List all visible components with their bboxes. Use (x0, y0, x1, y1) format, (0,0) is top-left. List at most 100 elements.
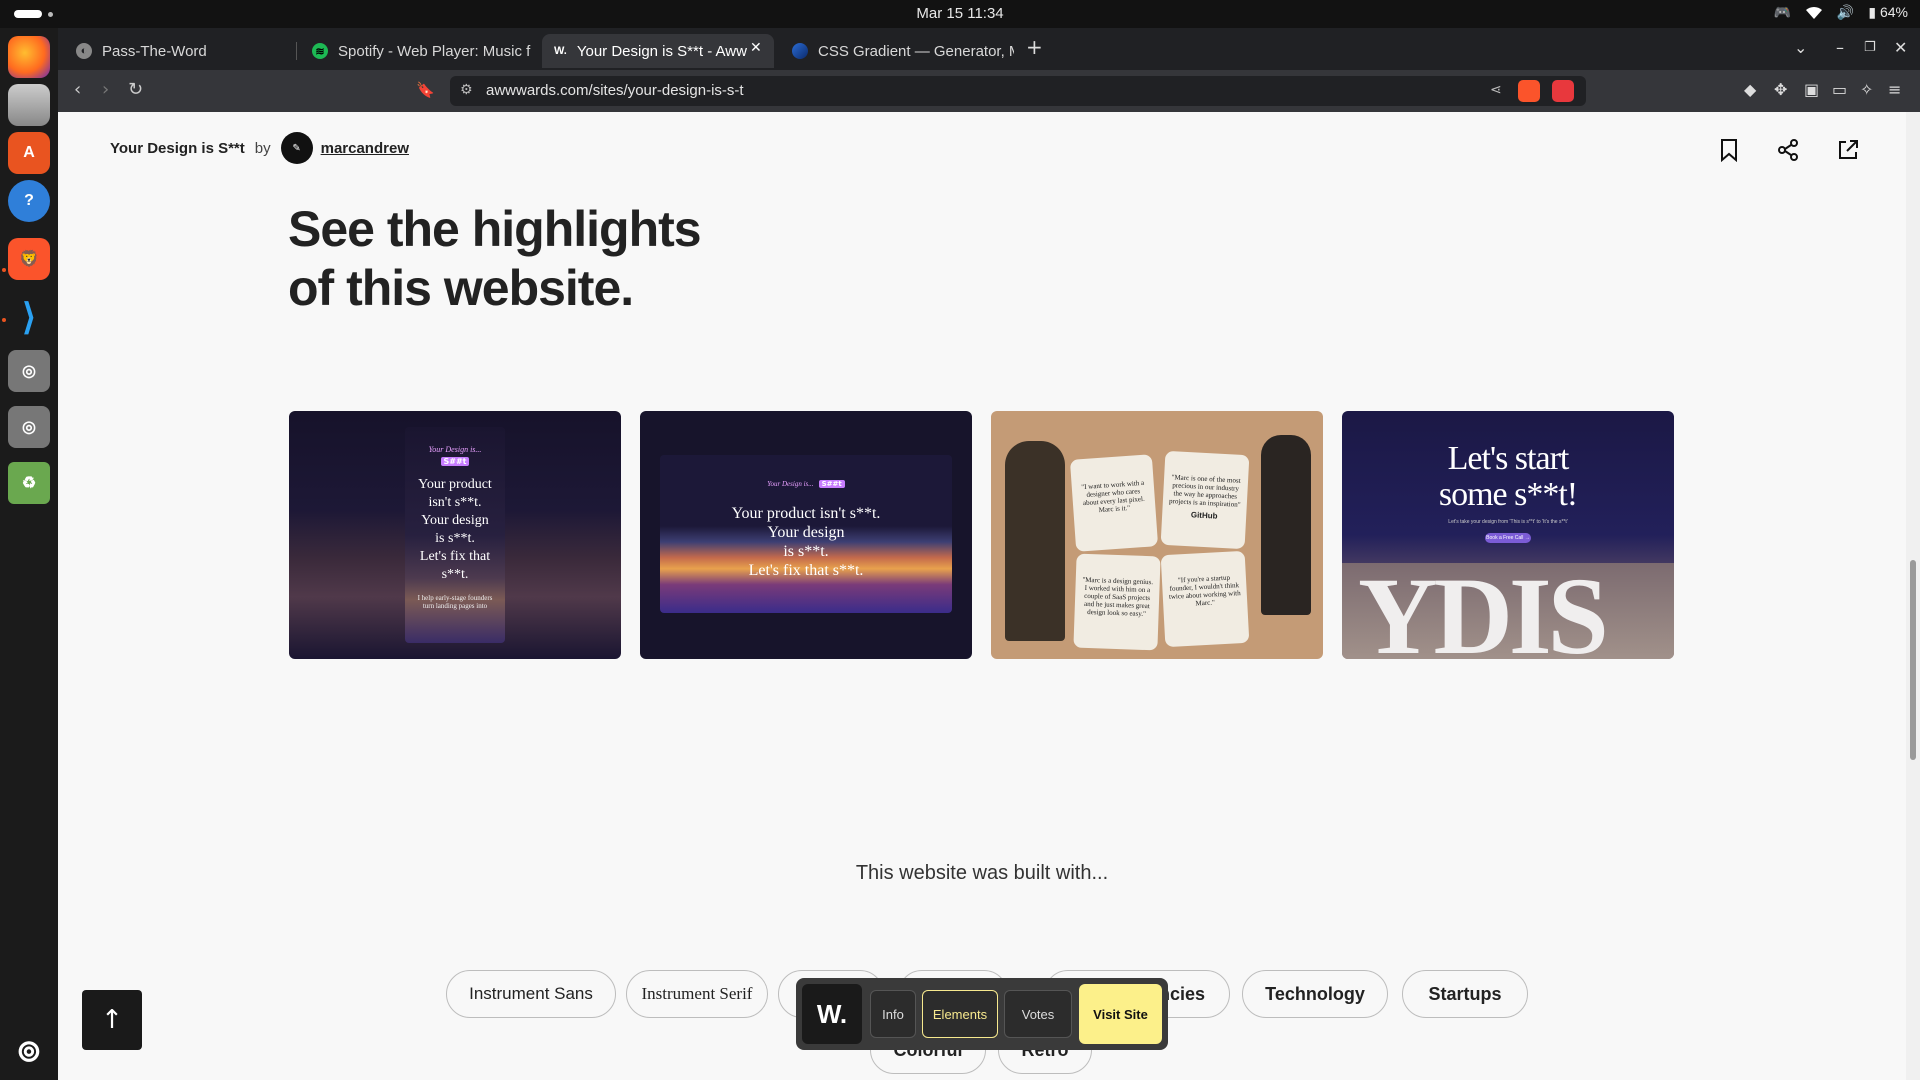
system-tray[interactable]: 🎮 🔊 ▮ 64% (1773, 4, 1908, 21)
clock[interactable]: Mar 15 11:34 (0, 5, 1920, 22)
new-tab-button[interactable]: + (1026, 35, 1043, 59)
chip-instrument-serif[interactable]: Instrument Serif (626, 970, 768, 1018)
files-icon[interactable] (8, 84, 50, 126)
discord-tray-icon[interactable]: 🎮 (1773, 4, 1790, 21)
awwwards-tab-icon: W. (554, 45, 567, 57)
testimonial-card: "If you're a startup founder, I wouldn't… (1160, 550, 1250, 648)
wifi-icon[interactable] (1805, 6, 1823, 20)
share-icon[interactable] (1776, 138, 1800, 162)
highlight-thumbnail-3[interactable]: "I want to work with a designer who care… (991, 411, 1323, 659)
app-center-icon[interactable]: A (8, 132, 50, 174)
volume-icon[interactable]: 🔊 (1837, 4, 1854, 21)
tab-title: CSS Gradient — Generator, M (818, 42, 1014, 60)
highlight-thumbnail-1[interactable]: Your Design is... S##t Your product isn'… (289, 411, 621, 659)
disk-icon[interactable]: ◎ (8, 350, 50, 392)
tab-list-chevron-icon[interactable]: ⌄ (1794, 38, 1807, 57)
external-link-icon[interactable] (1836, 138, 1860, 162)
show-apps-icon[interactable]: ⊚ (8, 1030, 50, 1072)
thumb-line: Let's fix that (419, 549, 491, 564)
tab-spotify[interactable]: ≋ Spotify - Web Player: Music f (300, 34, 538, 68)
desktop-mockup: Your Design is... S##t Your product isn'… (660, 455, 952, 613)
brave-shield-icon[interactable] (1518, 80, 1540, 102)
help-icon[interactable]: ? (8, 180, 50, 222)
tab-css-gradient[interactable]: CSS Gradient — Generator, M (780, 34, 1014, 68)
restore-icon[interactable]: ❐ (1864, 40, 1876, 55)
small-caption: Your Design is... (428, 445, 482, 454)
testimonial-quote: "Marc is one of the most precious in our… (1168, 473, 1241, 509)
battery-percent: 64% (1879, 4, 1908, 20)
spotify-icon: ≋ (312, 43, 328, 59)
author-link[interactable]: marcandrew (321, 140, 409, 157)
scroll-to-top-button[interactable]: ↑ (82, 990, 142, 1050)
heading-line: See the highlights (288, 201, 702, 257)
thumb-line: Your product (418, 477, 492, 492)
highlight-thumbnail-2[interactable]: Your Design is... S##t Your product isn'… (640, 411, 972, 659)
disk-icon[interactable]: ◎ (8, 406, 50, 448)
vscode-icon[interactable]: ⟩ (8, 296, 50, 338)
menu-icon[interactable]: ≡ (1888, 80, 1901, 99)
thumb-caption-row: Your Design is... S##t (660, 471, 952, 490)
close-window-icon[interactable]: ✕ (1894, 38, 1907, 57)
thumb-footnote: I help early-stage founders turn landing… (417, 594, 493, 610)
battery-indicator[interactable]: ▮ 64% (1868, 4, 1908, 21)
awwwards-floating-bar: W. Info Elements Votes Visit Site (796, 978, 1168, 1050)
thumb-line: isn't s**t. (428, 495, 482, 510)
extension-icon[interactable]: ◆ (1744, 80, 1756, 99)
bookmark-icon[interactable] (1718, 138, 1740, 162)
forward-icon[interactable]: › (102, 79, 109, 100)
extensions-puzzle-icon[interactable]: ✥ (1774, 80, 1787, 99)
thumb-line: is s**t. (783, 543, 829, 560)
tab-title: Spotify - Web Player: Music f (338, 42, 531, 60)
built-with-label: This website was built with... (855, 862, 1109, 884)
testimonial-card: "Marc is one of the most precious in our… (1160, 450, 1250, 550)
thumb-cta: Book a Free Call → (1485, 533, 1531, 543)
firefox-icon[interactable] (8, 36, 50, 78)
back-icon[interactable]: ‹ (74, 79, 81, 100)
thumb-line: s**t. (441, 567, 469, 582)
page-scrollbar[interactable] (1906, 112, 1920, 1080)
tab-pass-the-word[interactable]: ◐ Pass-The-Word (64, 34, 294, 68)
site-info-icon[interactable]: ⚙ (460, 82, 473, 98)
bookmark-icon[interactable]: 🔖 (416, 81, 435, 99)
sidebar-icon[interactable]: ▣ (1804, 80, 1819, 99)
awwwards-logo[interactable]: W. (802, 984, 862, 1044)
elements-button[interactable]: Elements (922, 990, 998, 1038)
tab-separator (296, 42, 297, 60)
thumb-line: some s**t! (1438, 476, 1578, 513)
github-brand: GitHub (1190, 510, 1218, 521)
vintage-figure-image (1005, 441, 1065, 641)
chip-instrument-sans[interactable]: Instrument Sans (446, 970, 616, 1018)
votes-button[interactable]: Votes (1004, 990, 1072, 1038)
visit-site-button[interactable]: Visit Site (1079, 984, 1162, 1044)
minimize-icon[interactable]: – (1836, 38, 1844, 57)
wallet-icon[interactable]: ▭ (1832, 80, 1847, 99)
site-header: Your Design is S**t by ✎ marcandrew (110, 132, 409, 164)
avatar[interactable]: ✎ (280, 132, 313, 164)
tab-your-design[interactable]: W. Your Design is S**t - Aww (542, 34, 774, 68)
big-letters: YDIS (1358, 555, 1609, 659)
trash-icon[interactable]: ♻ (8, 462, 50, 504)
leo-ai-icon[interactable]: ✧ (1860, 80, 1873, 99)
chip-technology[interactable]: Technology (1242, 970, 1388, 1018)
running-indicator (2, 318, 6, 322)
thumb-title: Let's start some s**t! (1342, 441, 1674, 513)
testimonial-card: "Marc is a design genius. I worked with … (1073, 553, 1161, 651)
brave-icon[interactable]: 🦁 (8, 238, 50, 280)
thumb-line: Let's start (1447, 440, 1570, 477)
close-tab-icon[interactable]: ✕ (750, 40, 762, 56)
chip-startups[interactable]: Startups (1402, 970, 1528, 1018)
dock: A ? 🦁 ⟩ ◎ ◎ ♻ ⊚ (0, 28, 58, 1080)
brave-rewards-icon[interactable] (1552, 80, 1574, 102)
heading-line: of this website. (288, 260, 634, 316)
testimonial-card: "I want to work with a designer who care… (1069, 454, 1159, 552)
info-button[interactable]: Info (870, 990, 916, 1038)
highlight-thumbnail-4[interactable]: Let's start some s**t! Let's take your d… (1342, 411, 1674, 659)
badge: S##t (441, 457, 469, 466)
scrollbar-thumb[interactable] (1910, 560, 1916, 760)
address-bar[interactable]: ⚙ awwwards.com/sites/your-design-is-s-t … (450, 76, 1586, 106)
share-icon[interactable]: ⋖ (1490, 82, 1502, 98)
vintage-figure-image (1261, 435, 1311, 615)
url-text[interactable]: awwwards.com/sites/your-design-is-s-t (486, 82, 744, 99)
site-name[interactable]: Your Design is S**t (110, 140, 245, 157)
reload-icon[interactable]: ↻ (128, 79, 143, 100)
